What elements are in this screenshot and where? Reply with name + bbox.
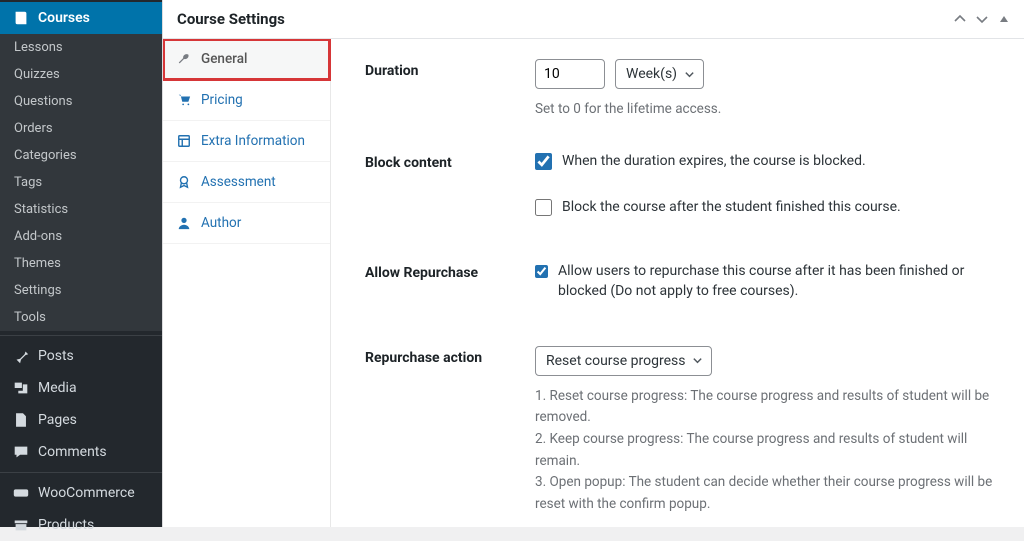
sidebar-separator <box>0 335 162 336</box>
field-allow-repurchase: Allow Repurchase Allow users to repurcha… <box>365 261 1002 316</box>
duration-input[interactable] <box>535 59 605 89</box>
sidebar-item-orders[interactable]: Orders <box>0 115 162 142</box>
tab-pricing[interactable]: Pricing <box>163 80 330 121</box>
user-icon <box>177 216 191 230</box>
field-label: Repurchase action <box>365 346 535 516</box>
wrench-icon <box>177 52 191 66</box>
checkbox-label: Block the course after the student finis… <box>562 197 901 217</box>
panel-body: General Pricing Extra Information Assess… <box>163 39 1024 527</box>
comment-icon <box>12 443 30 461</box>
settings-tabs: General Pricing Extra Information Assess… <box>163 39 331 527</box>
course-settings-panel: Course Settings General Pricing Extra In… <box>162 0 1024 527</box>
block-after-finish-checkbox[interactable] <box>535 199 552 216</box>
block-when-expires-checkbox[interactable] <box>535 153 552 170</box>
woo-icon <box>12 484 30 502</box>
badge-icon <box>177 175 191 189</box>
layout-icon <box>177 134 191 148</box>
move-up-button[interactable] <box>954 13 966 25</box>
tab-extra-information[interactable]: Extra Information <box>163 121 330 162</box>
sidebar-submenu: Lessons Quizzes Questions Orders Categor… <box>0 34 162 331</box>
duration-unit-select[interactable]: Week(s) <box>615 59 704 89</box>
cart-icon <box>177 93 191 107</box>
field-block-content: Block content When the duration expires,… <box>365 151 1002 232</box>
sidebar-item-pages[interactable]: Pages <box>0 404 162 436</box>
panel-title: Course Settings <box>177 10 285 28</box>
wp-admin-sidebar: Courses Lessons Quizzes Questions Orders… <box>0 0 162 527</box>
repurchase-action-select[interactable]: Reset course progress <box>535 346 712 376</box>
sidebar-item-posts[interactable]: Posts <box>0 340 162 372</box>
sidebar-item-tags[interactable]: Tags <box>0 169 162 196</box>
sidebar-item-categories[interactable]: Categories <box>0 142 162 169</box>
chevron-down-icon <box>692 355 703 366</box>
sidebar-item-tools[interactable]: Tools <box>0 304 162 331</box>
field-label: Block content <box>365 151 535 232</box>
tab-author[interactable]: Author <box>163 203 330 244</box>
page-icon <box>12 411 30 429</box>
sidebar-item-quizzes[interactable]: Quizzes <box>0 61 162 88</box>
sidebar-item-lessons[interactable]: Lessons <box>0 34 162 61</box>
field-hint: Set to 0 for the lifetime access. <box>535 99 1002 121</box>
sidebar-item-questions[interactable]: Questions <box>0 88 162 115</box>
field-label: Allow Repurchase <box>365 261 535 316</box>
panel-header: Course Settings <box>163 0 1024 39</box>
archive-icon <box>12 516 30 534</box>
settings-content: Duration Week(s) Set to 0 for the lifeti… <box>331 39 1024 527</box>
sidebar-item-themes[interactable]: Themes <box>0 250 162 277</box>
checkbox-label: Allow users to repurchase this course af… <box>558 261 1002 302</box>
field-duration: Duration Week(s) Set to 0 for the lifeti… <box>365 59 1002 121</box>
sidebar-item-media[interactable]: Media <box>0 372 162 404</box>
sidebar-item-label: Courses <box>38 10 90 26</box>
pin-icon <box>12 347 30 365</box>
panel-header-controls <box>954 13 1010 25</box>
collapse-toggle[interactable] <box>998 13 1010 25</box>
sidebar-item-comments[interactable]: Comments <box>0 436 162 468</box>
chevron-down-icon <box>684 69 695 80</box>
sidebar-item-products[interactable]: Products <box>0 509 162 541</box>
field-hint: 1. Reset course progress: The course pro… <box>535 386 1002 516</box>
sidebar-item-courses[interactable]: Courses <box>0 2 162 34</box>
field-repurchase-action: Repurchase action Reset course progress … <box>365 346 1002 516</box>
checkbox-label: When the duration expires, the course is… <box>562 151 866 171</box>
sidebar-item-statistics[interactable]: Statistics <box>0 196 162 223</box>
tab-assessment[interactable]: Assessment <box>163 162 330 203</box>
book-icon <box>12 9 30 27</box>
sidebar-item-settings[interactable]: Settings <box>0 277 162 304</box>
allow-repurchase-checkbox[interactable] <box>535 263 548 280</box>
media-icon <box>12 379 30 397</box>
tab-general[interactable]: General <box>163 39 330 80</box>
sidebar-separator <box>0 472 162 473</box>
sidebar-item-woocommerce[interactable]: WooCommerce <box>0 477 162 509</box>
sidebar-item-addons[interactable]: Add-ons <box>0 223 162 250</box>
move-down-button[interactable] <box>976 13 988 25</box>
field-label: Duration <box>365 59 535 121</box>
